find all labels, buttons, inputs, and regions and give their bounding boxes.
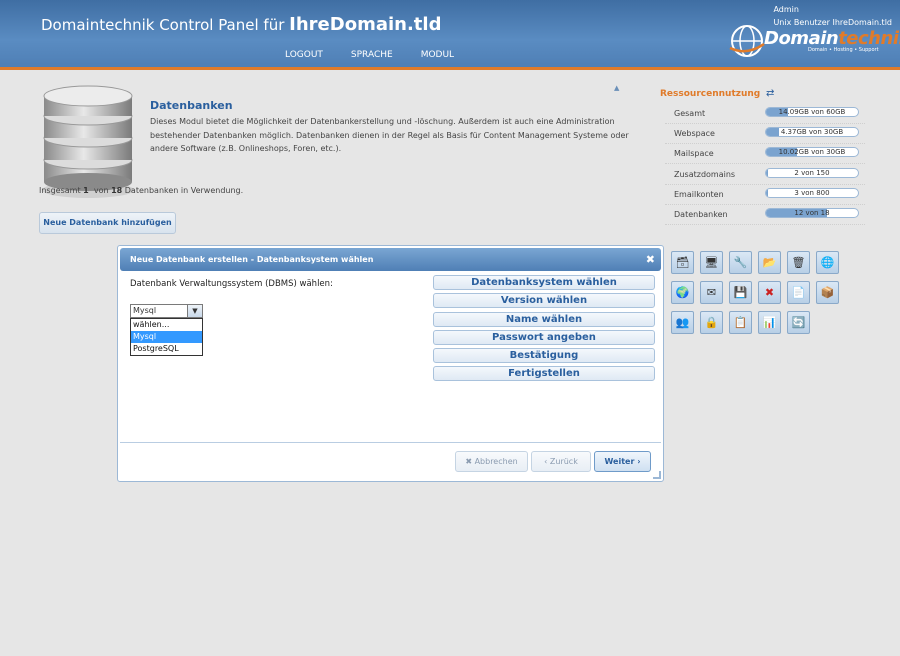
- resource-value: 3 von 800: [794, 188, 830, 197]
- nav-sprache[interactable]: SPRACHE: [351, 50, 393, 60]
- cancel-x-icon: ✖: [465, 457, 473, 466]
- tool-stats-icon[interactable]: 📊: [758, 311, 781, 334]
- tool-users-icon[interactable]: 👥: [671, 311, 694, 334]
- nav-modul[interactable]: MODUL: [421, 50, 454, 60]
- step-dbms[interactable]: Datenbanksystem wählen: [433, 275, 655, 290]
- brand-logo[interactable]: Domaintechnik Domain • Hosting • Support: [724, 22, 900, 64]
- resource-row: Mailspace 10.02GB von 30GB: [665, 144, 865, 165]
- chevron-down-icon[interactable]: ▼: [187, 305, 202, 317]
- step-confirm[interactable]: Bestätigung: [433, 348, 655, 364]
- resources-title: Ressourcennutzung: [660, 89, 761, 99]
- chevron-left-icon: ‹: [544, 457, 548, 466]
- globe-logo-icon: [729, 25, 765, 57]
- tool-clipboard-icon[interactable]: 📋: [729, 311, 752, 334]
- back-label: Zurück: [549, 457, 578, 466]
- tool-backup-icon[interactable]: 💾: [729, 281, 752, 304]
- module-title: Datenbanken: [150, 99, 233, 112]
- resource-label: Datenbanken: [674, 210, 728, 219]
- refresh-icon[interactable]: ⇄: [766, 88, 774, 99]
- resource-value: 10.02GB von 30GB: [778, 148, 846, 157]
- resource-value: 14.09GB von 60GB: [778, 108, 846, 116]
- option-postgresql[interactable]: PostgreSQL: [131, 343, 202, 355]
- usage-summary: Insgesamt 1 von 18 Datenbanken in Verwen…: [39, 186, 243, 195]
- tool-database-icon[interactable]: 🗃: [671, 251, 694, 274]
- title-domain: IhreDomain.tld: [289, 14, 442, 35]
- tool-transfer-icon[interactable]: 🔄: [787, 311, 810, 334]
- tool-folder-icon[interactable]: 📂: [758, 251, 781, 274]
- resource-row: Emailkonten 3 von 800: [665, 185, 865, 205]
- resource-row: Zusatzdomains 2 von 150: [665, 165, 865, 185]
- tool-document-icon[interactable]: 📄: [787, 281, 810, 304]
- tool-globe-icon[interactable]: 🌐: [816, 251, 839, 274]
- page-title: Domaintechnik Control Panel für IhreDoma…: [41, 14, 441, 35]
- dbms-select-value: Mysql: [133, 306, 157, 315]
- resource-progress-bar: 12 von 18: [765, 208, 859, 218]
- collapse-arrow-icon[interactable]: ▲: [614, 84, 619, 92]
- resource-progress-bar: 2 von 150: [765, 167, 859, 178]
- resource-row: Webspace 4.37GB von 30GB: [665, 124, 865, 145]
- tool-monitor-icon[interactable]: 🖥: [700, 251, 723, 274]
- logo-brand-a: Domain: [764, 28, 839, 49]
- logo-tagline: Domain • Hosting • Support: [808, 47, 879, 53]
- next-label: Weiter: [604, 457, 635, 466]
- create-database-dialog: Neue Datenbank erstellen - Datenbanksyst…: [117, 245, 664, 482]
- usage-total: 18: [111, 186, 123, 195]
- database-icon: [42, 85, 134, 198]
- resource-progress-bar: 14.09GB von 60GB: [765, 107, 859, 117]
- tool-settings-icon[interactable]: 🔧: [729, 251, 752, 274]
- resource-value: 4.37GB von 30GB: [780, 128, 844, 137]
- resource-label: Zusatzdomains: [674, 169, 736, 179]
- resource-progress-bar: 4.37GB von 30GB: [765, 127, 859, 138]
- option-choose[interactable]: wählen...: [131, 319, 202, 331]
- username: Admin: [773, 5, 799, 14]
- dialog-divider: [120, 442, 661, 443]
- resource-label: Mailspace: [674, 149, 714, 159]
- back-button[interactable]: ‹ Zurück: [531, 451, 591, 472]
- resource-label: Webspace: [674, 129, 715, 139]
- nav-logout[interactable]: LOGOUT: [285, 50, 323, 60]
- step-version[interactable]: Version wählen: [433, 293, 655, 309]
- step-name[interactable]: Name wählen: [433, 311, 655, 327]
- resource-progress-bar: 3 von 800: [765, 187, 859, 198]
- tool-delete-icon[interactable]: ✖: [758, 281, 781, 304]
- dialog-title: Neue Datenbank erstellen - Datenbanksyst…: [130, 255, 374, 264]
- cancel-button[interactable]: ✖ Abbrechen: [455, 451, 528, 472]
- usage-mid: von: [93, 186, 109, 195]
- dbms-options-list: wählen... Mysql PostgreSQL: [130, 318, 203, 356]
- tool-network-icon[interactable]: 🌍: [671, 281, 694, 304]
- logo-wordmark: Domaintechnik: [764, 28, 900, 49]
- wizard-steps: Datenbanksystem wählen Version wählen Na…: [433, 275, 655, 385]
- logo-brand-b: technik: [838, 28, 900, 49]
- dialog-header: Neue Datenbank erstellen - Datenbanksyst…: [120, 248, 661, 271]
- step-finish[interactable]: Fertigstellen: [433, 366, 655, 382]
- usage-prefix: Insgesamt: [39, 186, 81, 195]
- add-database-button[interactable]: Neue Datenbank hinzufügen: [39, 212, 176, 234]
- resource-progress-bar: 10.02GB von 30GB: [765, 147, 859, 158]
- usage-used: 1: [83, 186, 89, 195]
- close-icon[interactable]: ✖: [646, 248, 655, 271]
- resource-label: Gesamt: [674, 109, 706, 118]
- dbms-label: Datenbank Verwaltungssystem (DBMS) wähle…: [130, 279, 333, 289]
- usage-suffix: Datenbanken in Verwendung.: [124, 186, 244, 195]
- tool-lock-icon[interactable]: 🔒: [700, 311, 723, 334]
- title-prefix: Domaintechnik Control Panel für: [41, 16, 285, 34]
- step-password[interactable]: Passwort angeben: [433, 329, 655, 345]
- tool-trash-icon[interactable]: 🗑: [787, 251, 810, 274]
- tool-archive-icon[interactable]: 📦: [816, 281, 839, 304]
- resource-value: 2 von 150: [794, 168, 830, 177]
- resize-handle[interactable]: [653, 471, 661, 479]
- cancel-label: Abbrechen: [474, 457, 518, 466]
- resource-row: Datenbanken 12 von 18: [665, 205, 865, 225]
- tool-mail-icon[interactable]: ✉: [700, 281, 723, 304]
- top-nav: LOGOUT SPRACHE MODUL: [285, 50, 454, 60]
- resource-row: Gesamt 14.09GB von 60GB: [665, 104, 865, 124]
- module-description: Dieses Modul bietet die Möglichkeit der …: [150, 117, 629, 153]
- header-bar: Domaintechnik Control Panel für IhreDoma…: [0, 0, 900, 70]
- next-button[interactable]: Weiter ›: [594, 451, 651, 472]
- resource-value: 12 von 18: [794, 209, 830, 217]
- option-mysql[interactable]: Mysql: [131, 331, 202, 343]
- chevron-right-icon: ›: [637, 457, 641, 466]
- dbms-select[interactable]: Mysql ▼: [130, 304, 203, 318]
- resource-label: Emailkonten: [674, 189, 724, 199]
